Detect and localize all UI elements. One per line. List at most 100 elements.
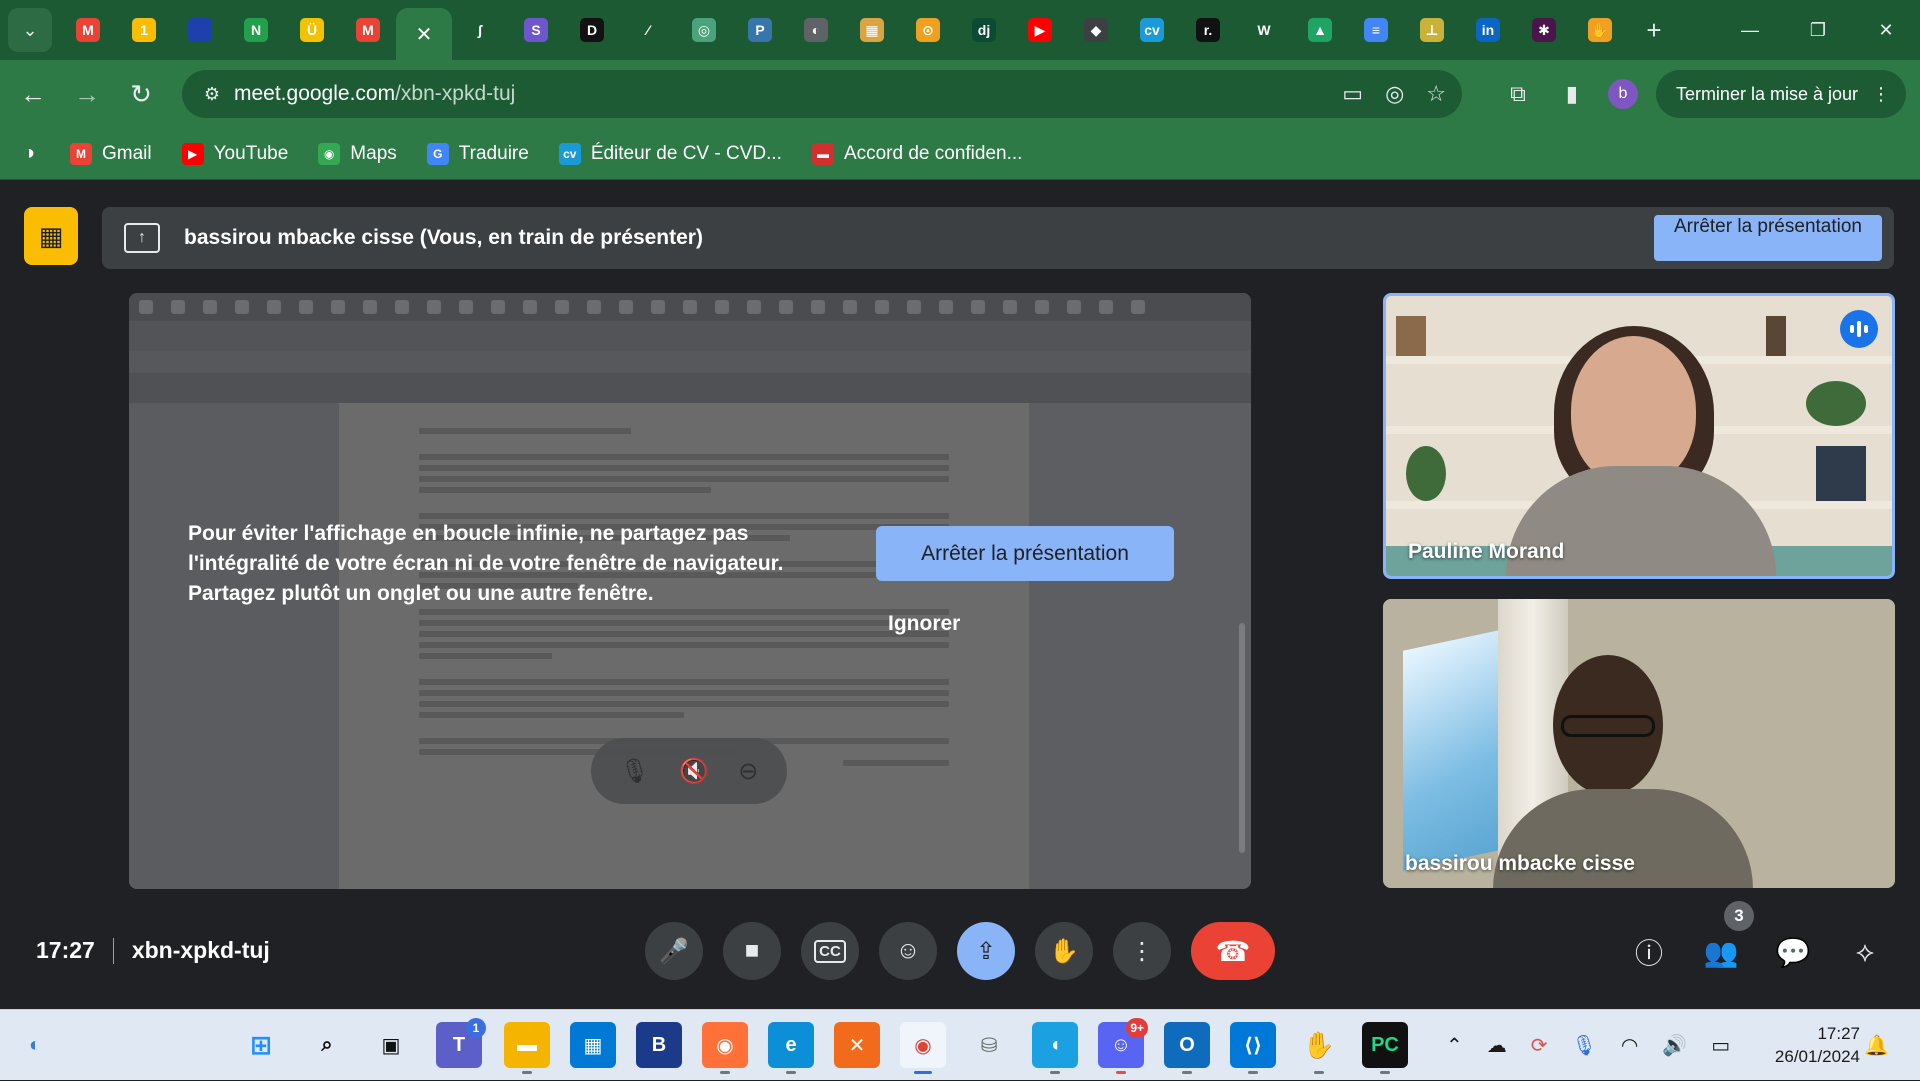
meeting-code[interactable]: xbn-xpkd-tuj — [132, 937, 270, 964]
reload-button[interactable]: ↻ — [114, 67, 168, 121]
browser-tab[interactable]: 1 — [116, 8, 172, 52]
forward-button[interactable]: → — [60, 67, 114, 121]
remove-icon[interactable]: ⊖ — [738, 757, 758, 786]
stop-presenting-button[interactable]: Arrêter la présentation — [1654, 215, 1882, 261]
browser-tab[interactable]: P — [732, 8, 788, 52]
tab-search-button[interactable]: ⌄ — [8, 8, 52, 52]
chevron-up-icon[interactable]: ⌃ — [1446, 1033, 1463, 1058]
bookmark-item[interactable]: G Traduire — [426, 142, 529, 165]
taskbar-clock[interactable]: 17:27 26/01/2024 — [1775, 1022, 1860, 1068]
bookmark-item[interactable]: ▶ YouTube — [181, 142, 288, 165]
vscode-icon[interactable]: ⟨⟩ — [1230, 1022, 1276, 1074]
side-panel-icon[interactable]: ▮ — [1554, 76, 1590, 112]
new-tab-button[interactable]: + — [1634, 10, 1674, 50]
browser-tab[interactable]: ◐ — [788, 8, 844, 52]
browser-tab[interactable]: ≡ — [1348, 8, 1404, 52]
browser-tab[interactable]: ⊥ — [1404, 8, 1460, 52]
close-window-button[interactable]: ✕ — [1852, 0, 1920, 60]
browser-tab[interactable]: M — [340, 8, 396, 52]
browser-tab[interactable]: ⁄ — [620, 8, 676, 52]
mysql-icon[interactable]: ◖ — [1032, 1022, 1078, 1074]
site-settings-icon[interactable]: ⚙ — [190, 84, 234, 105]
captions-button[interactable]: CC — [801, 922, 859, 980]
restore-button[interactable]: ❐ — [1784, 0, 1852, 60]
pycharm-icon[interactable]: PC — [1362, 1022, 1408, 1074]
volume-off-icon[interactable]: 🔇 — [679, 757, 709, 786]
bookmark-item[interactable]: cv Éditeur de CV - CVD... — [558, 142, 782, 165]
firefox-icon[interactable]: ◉ — [702, 1022, 748, 1074]
activities-button[interactable]: ⟡ — [1842, 929, 1888, 975]
minimize-button[interactable]: — — [1716, 0, 1784, 60]
microphone-tray-icon[interactable]: 🎙 — [1572, 1033, 1597, 1058]
microphone-button[interactable]: 🎤 — [645, 922, 703, 980]
browser-tab[interactable]: ʃ — [452, 8, 508, 52]
profile-avatar[interactable]: b — [1607, 79, 1638, 109]
discord-icon[interactable]: ☺ 9+ — [1098, 1018, 1148, 1074]
browser-tab[interactable]: r. — [1180, 8, 1236, 52]
ignore-warning-button[interactable]: Ignorer — [888, 612, 960, 636]
back-button[interactable]: ← — [6, 67, 60, 121]
sync-icon[interactable]: ⟳ — [1531, 1033, 1548, 1058]
browser-tab[interactable]: M — [60, 8, 116, 52]
extensions-icon[interactable]: ⧉ — [1500, 76, 1536, 112]
meeting-details-button[interactable]: ⓘ — [1626, 929, 1672, 975]
raise-hand-button[interactable]: ✋ — [1035, 922, 1093, 980]
browser-tab[interactable]: Ü — [284, 8, 340, 52]
browser-tab[interactable]: N — [228, 8, 284, 52]
tab-active[interactable]: ✕ — [396, 8, 452, 60]
browser-tab[interactable]: ▶ — [1012, 8, 1068, 52]
browser-tab[interactable]: W — [1236, 8, 1292, 52]
edge-icon[interactable]: e — [768, 1022, 814, 1074]
camera-button[interactable]: ■ — [723, 922, 781, 980]
apps-bookmark[interactable]: ◑ — [18, 142, 40, 165]
outlook-icon[interactable]: O — [1164, 1022, 1210, 1074]
warning-stop-presenting-button[interactable]: Arrêter la présentation — [876, 526, 1174, 581]
reactions-button[interactable]: ☺ — [879, 922, 937, 980]
onedrive-icon[interactable]: ☁ — [1487, 1033, 1507, 1058]
browser-tab[interactable]: ✱ — [1516, 8, 1572, 52]
browser-tab[interactable] — [172, 8, 228, 52]
browser-tab[interactable]: ◎ — [676, 8, 732, 52]
bookmark-star-icon[interactable]: ☆ — [1426, 81, 1446, 107]
wifi-icon[interactable]: ◠ — [1621, 1033, 1638, 1058]
camera-in-use-icon[interactable]: ▭ — [1342, 81, 1363, 107]
file-explorer-icon[interactable]: ▬ — [504, 1022, 550, 1074]
volume-icon[interactable]: 🔊 — [1662, 1033, 1687, 1058]
chrome-icon[interactable]: ◉ — [900, 1022, 946, 1074]
browser-tab[interactable]: S — [508, 8, 564, 52]
hand-app-icon[interactable]: ✋ — [1296, 1022, 1342, 1074]
battery-icon[interactable]: ▭ — [1711, 1033, 1730, 1058]
mic-off-icon[interactable]: 🎙 — [620, 757, 650, 786]
participant-tile[interactable]: Pauline Morand — [1383, 293, 1895, 579]
eye-off-icon[interactable]: ◎ — [1385, 81, 1404, 107]
widgets-icon[interactable]: ◐ — [12, 1022, 58, 1068]
address-bar[interactable]: ⚙ meet.google.com/xbn-xpkd-tuj ▭ ◎ ☆ — [182, 70, 1462, 118]
browser-tab[interactable]: D — [564, 8, 620, 52]
browser-tab[interactable]: ✋ — [1572, 8, 1628, 52]
b-app-icon[interactable]: B — [636, 1022, 682, 1068]
browser-tab[interactable]: ⊙ — [900, 8, 956, 52]
end-call-button[interactable]: ☎ — [1191, 922, 1275, 980]
browser-tab[interactable]: ▲ — [1292, 8, 1348, 52]
search-icon[interactable]: ⌕ — [304, 1022, 350, 1068]
more-options-button[interactable]: ⋮ — [1113, 922, 1171, 980]
browser-tab[interactable]: ◆ — [1068, 8, 1124, 52]
bookmark-item[interactable]: ◉ Maps — [318, 142, 397, 165]
url-text[interactable]: meet.google.com/xbn-xpkd-tuj — [234, 82, 515, 106]
present-button[interactable]: ⇪ — [957, 922, 1015, 980]
notifications-button[interactable]: 🔔 — [1864, 1010, 1889, 1081]
xampp-icon[interactable]: ✕ — [834, 1022, 880, 1068]
teams-icon[interactable]: T1 — [436, 1018, 486, 1068]
start-button[interactable]: ⊞ — [238, 1022, 284, 1068]
self-tile[interactable]: bassirou mbacke cisse — [1383, 599, 1895, 888]
database-icon[interactable]: ⛁ — [966, 1022, 1012, 1068]
task-view-icon[interactable]: ▣ — [368, 1022, 414, 1068]
browser-tab[interactable]: cv — [1124, 8, 1180, 52]
browser-tab[interactable]: dj — [956, 8, 1012, 52]
update-button[interactable]: Terminer la mise à jour ⋮ — [1655, 70, 1906, 118]
people-button[interactable]: 👥 — [1698, 929, 1744, 975]
bookmark-item[interactable]: M Gmail — [70, 142, 152, 165]
bookmark-item[interactable]: ▬ Accord de confiden... — [811, 142, 1022, 165]
microsoft-store-icon[interactable]: ▦ — [570, 1022, 616, 1068]
chat-button[interactable]: 💬 — [1770, 929, 1816, 975]
